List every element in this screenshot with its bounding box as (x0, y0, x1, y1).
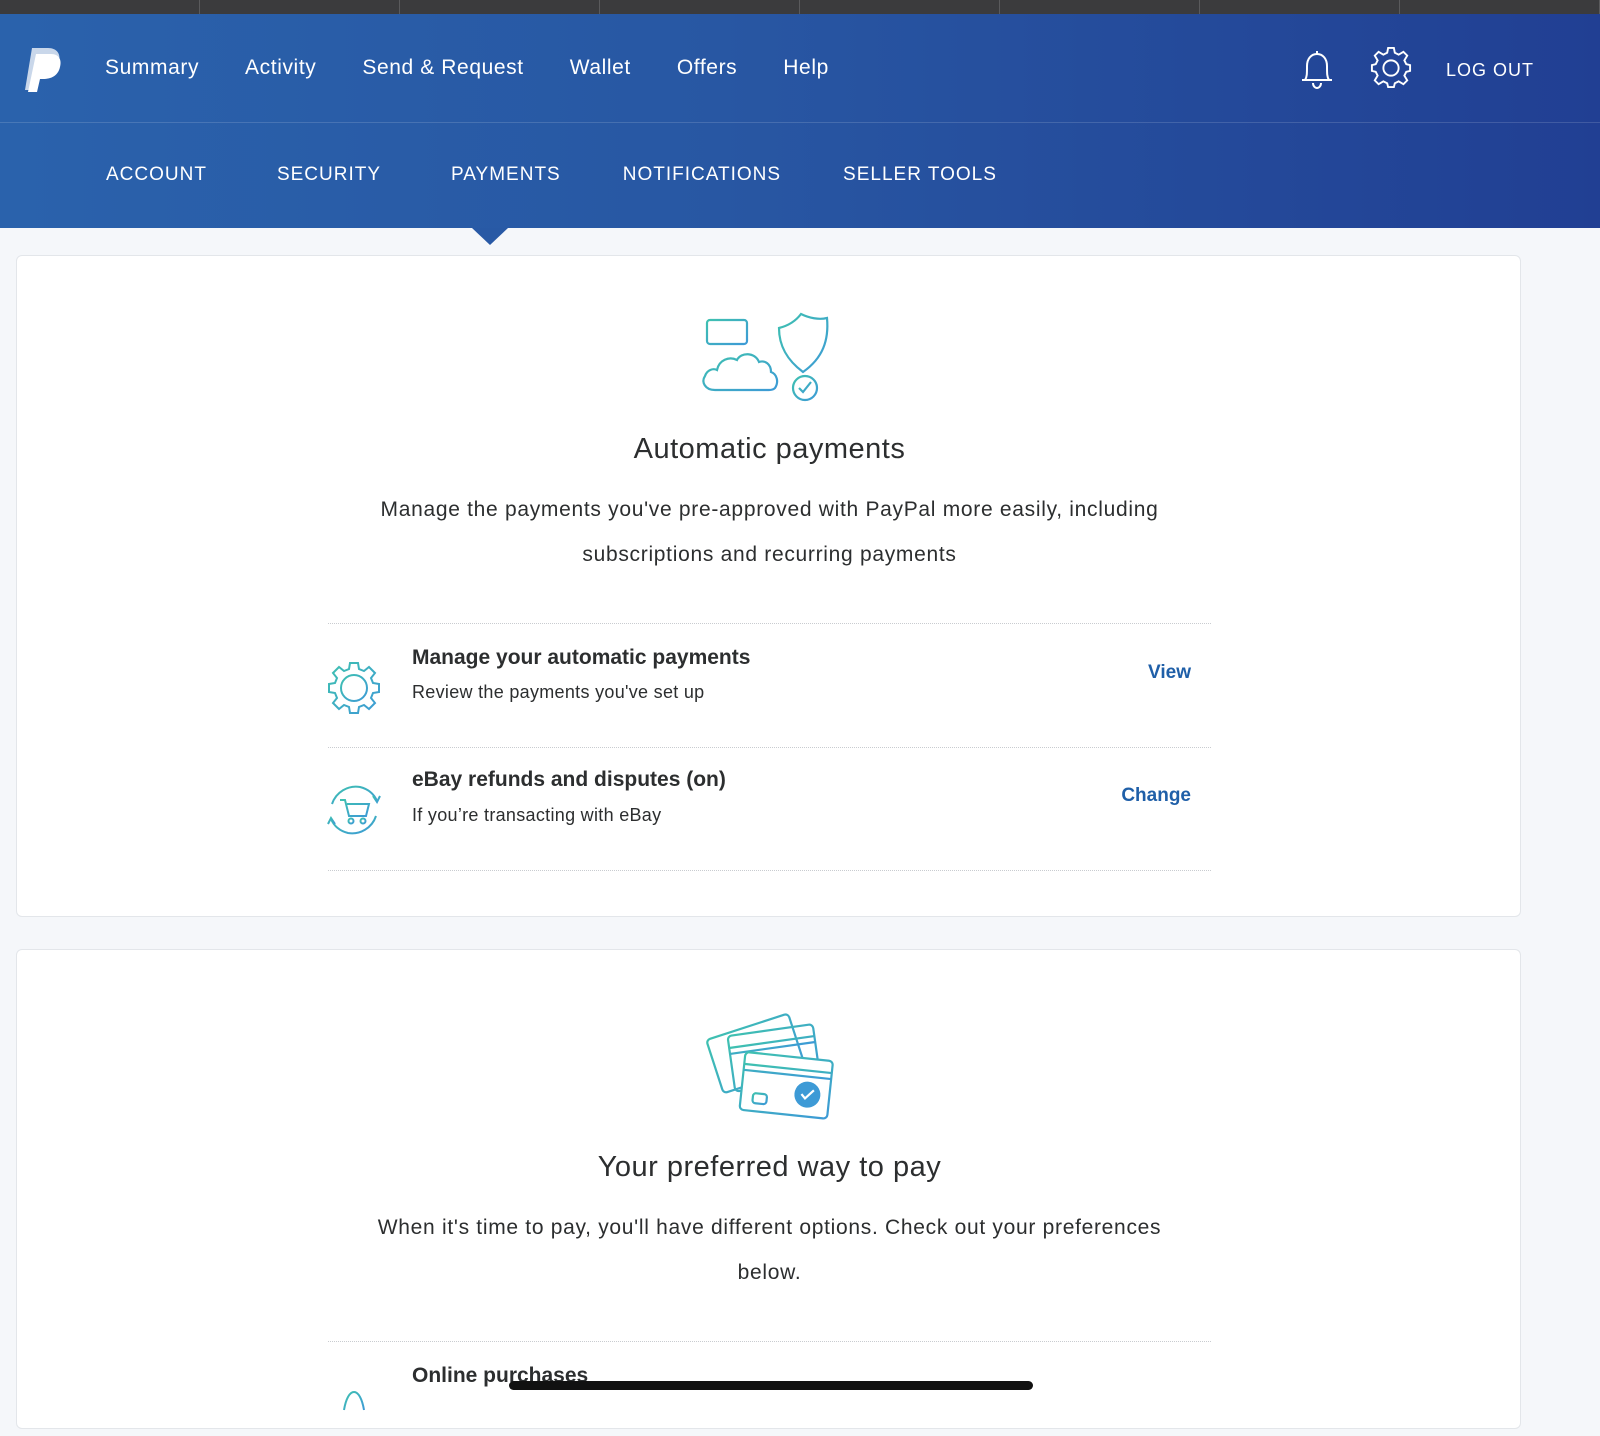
tab-account[interactable]: ACCOUNT (106, 164, 207, 186)
paypal-logo[interactable] (22, 46, 62, 94)
row-title-manage: Manage your automatic payments (412, 646, 751, 669)
row-title-ebay: eBay refunds and disputes (on) (412, 768, 726, 791)
header-divider (0, 122, 1600, 123)
row-subtitle-manage: Review the payments you've set up (412, 682, 705, 702)
logout-link[interactable]: LOG OUT (1446, 60, 1534, 81)
row-divider (328, 623, 1211, 624)
card-title: Your preferred way to pay (597, 1151, 942, 1183)
tab-security[interactable]: SECURITY (277, 164, 381, 186)
tag-icon (343, 1390, 365, 1411)
nav-help[interactable]: Help (783, 52, 829, 84)
main-nav: Summary Activity Send & Request Wallet O… (105, 52, 875, 84)
tab-seller-tools[interactable]: SELLER TOOLS (843, 164, 997, 186)
change-link[interactable]: Change (1121, 785, 1191, 807)
row-divider (328, 747, 1211, 748)
bell-icon[interactable] (1298, 48, 1336, 90)
gear-outline-icon (328, 662, 380, 714)
cart-refresh-icon (327, 785, 381, 835)
nav-summary[interactable]: Summary (105, 52, 199, 84)
automatic-payments-card: Automatic payments Manage the payments y… (16, 255, 1521, 917)
nav-offers[interactable]: Offers (677, 52, 737, 84)
nav-activity[interactable]: Activity (245, 52, 316, 84)
home-indicator (509, 1381, 1033, 1390)
nav-wallet[interactable]: Wallet (570, 52, 631, 84)
cards-check-icon (706, 1013, 834, 1120)
row-divider (328, 870, 1211, 871)
cloud-card-shield-icon (702, 312, 829, 402)
settings-subnav: ACCOUNT SECURITY PAYMENTS NOTIFICATIONS … (106, 164, 997, 186)
card-description: Manage the payments you've pre-approved … (380, 498, 1159, 566)
preferred-payment-card: Your preferred way to pay When it's time… (16, 949, 1521, 1429)
active-tab-indicator (472, 228, 508, 245)
tab-notifications[interactable]: NOTIFICATIONS (623, 164, 781, 186)
gear-icon[interactable] (1370, 46, 1412, 90)
row-divider (328, 1341, 1211, 1342)
nav-send-request[interactable]: Send & Request (362, 52, 523, 84)
browser-top-strip (0, 0, 1600, 14)
card-title: Automatic payments (633, 433, 906, 465)
row-subtitle-ebay: If you’re transacting with eBay (412, 805, 662, 825)
top-header: Summary Activity Send & Request Wallet O… (0, 14, 1600, 228)
tab-payments[interactable]: PAYMENTS (451, 164, 561, 186)
card-description: When it's time to pay, you'll have diffe… (377, 1216, 1162, 1284)
view-link[interactable]: View (1148, 662, 1191, 684)
